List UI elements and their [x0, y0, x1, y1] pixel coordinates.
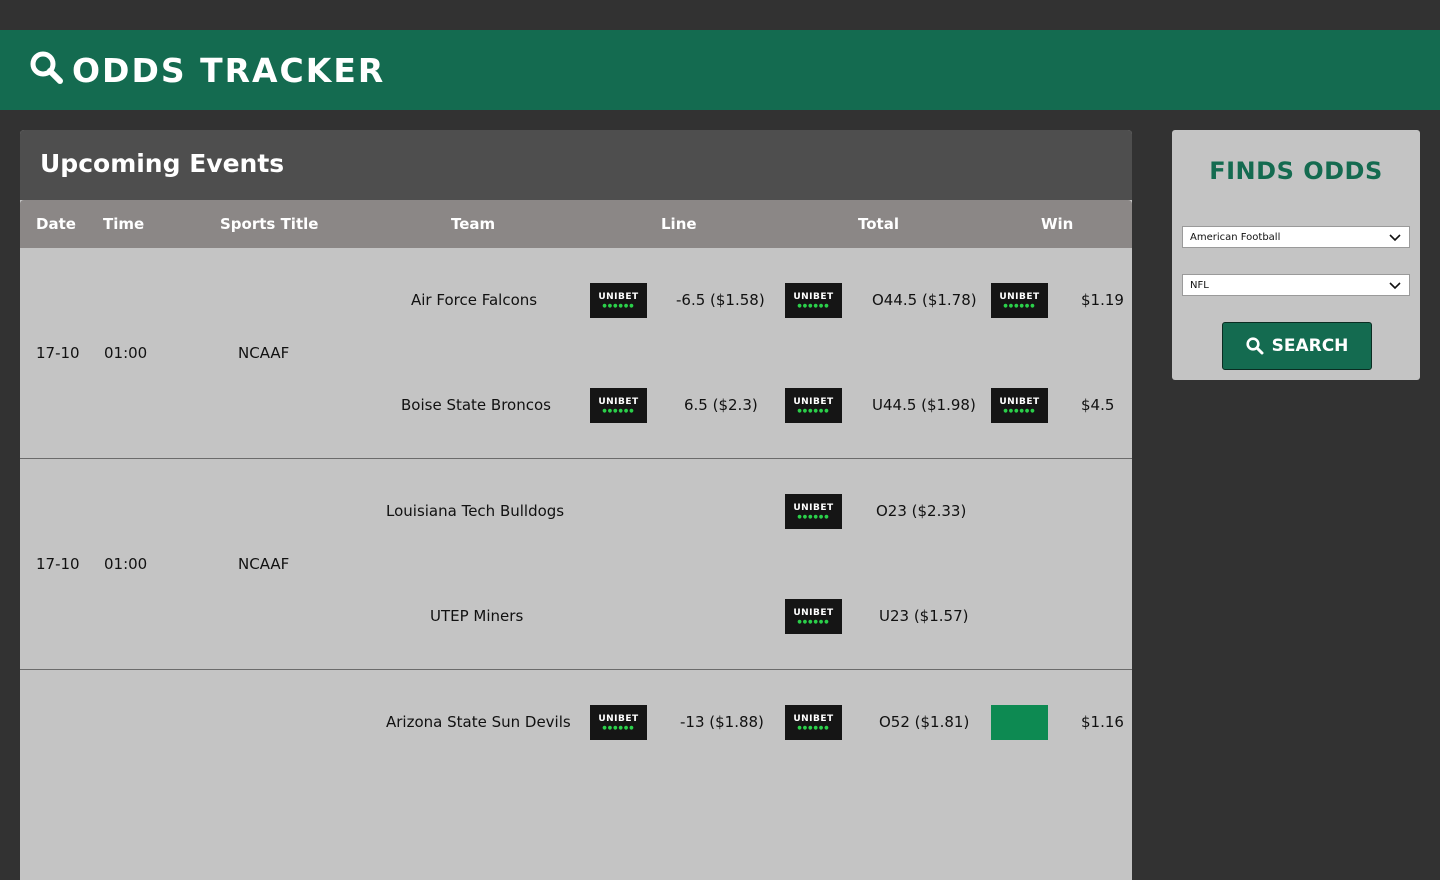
- col-sports-title: Sports Title: [220, 215, 319, 233]
- unibet-logo[interactable]: UNIBET ●●●●●●: [785, 599, 842, 634]
- team-name: Arizona State Sun Devils: [386, 713, 571, 731]
- league-select-value: NFL: [1190, 280, 1209, 291]
- unibet-logo[interactable]: UNIBET ●●●●●●: [785, 388, 842, 423]
- top-strip: [0, 0, 1440, 30]
- line-odds: 6.5 ($2.3): [684, 396, 758, 414]
- event-group: Arizona State Sun Devils UNIBET ●●●●●● -1…: [20, 670, 1132, 880]
- line-odds: -13 ($1.88): [680, 713, 764, 731]
- unibet-logo[interactable]: UNIBET ●●●●●●: [785, 494, 842, 529]
- col-team: Team: [451, 215, 496, 233]
- chevron-down-icon: [1389, 275, 1401, 304]
- total-odds: U23 ($1.57): [879, 607, 969, 625]
- event-group: 17-10 01:00 NCAAF Louisiana Tech Bulldog…: [20, 459, 1132, 670]
- col-total: Total: [858, 215, 899, 233]
- search-button[interactable]: SEARCH: [1222, 322, 1372, 370]
- unibet-logo[interactable]: UNIBET ●●●●●●: [590, 283, 647, 318]
- col-date: Date: [36, 215, 76, 233]
- app-header: ODDS TRACKER: [0, 30, 1440, 110]
- league-select[interactable]: NFL: [1182, 274, 1410, 296]
- search-icon: [1245, 337, 1264, 355]
- col-time: Time: [103, 215, 145, 233]
- event-sport: NCAAF: [238, 555, 290, 573]
- event-date: 17-10: [36, 344, 80, 362]
- event-sport: NCAAF: [238, 344, 290, 362]
- sport-select[interactable]: American Football: [1182, 226, 1410, 248]
- col-win: Win: [1041, 215, 1074, 233]
- team-name: UTEP Miners: [430, 607, 524, 625]
- total-odds: O23 ($2.33): [876, 502, 967, 520]
- events-title: Upcoming Events: [20, 130, 1132, 200]
- event-date: 17-10: [36, 555, 80, 573]
- event-time: 01:00: [104, 555, 148, 573]
- event-time: 01:00: [104, 344, 148, 362]
- finds-title: FINDS ODDS: [1209, 157, 1383, 185]
- team-name: Air Force Falcons: [411, 291, 538, 309]
- unibet-logo[interactable]: UNIBET ●●●●●●: [991, 388, 1048, 423]
- unibet-logo[interactable]: UNIBET ●●●●●●: [991, 283, 1048, 318]
- event-group: 17-10 01:00 NCAAF Air Force Falcons UNIB…: [20, 248, 1132, 459]
- line-odds: -6.5 ($1.58): [676, 291, 765, 309]
- app-title: ODDS TRACKER: [72, 50, 386, 90]
- unibet-logo[interactable]: UNIBET ●●●●●●: [590, 388, 647, 423]
- chevron-down-icon: [1389, 227, 1401, 256]
- sport-select-value: American Football: [1190, 232, 1281, 243]
- col-line: Line: [661, 215, 697, 233]
- total-odds: U44.5 ($1.98): [872, 396, 976, 414]
- total-odds: O44.5 ($1.78): [872, 291, 977, 309]
- table-header: Date Time Sports Title Team Line Total W…: [20, 200, 1132, 248]
- team-name: Louisiana Tech Bulldogs: [386, 502, 565, 520]
- search-button-label: SEARCH: [1271, 336, 1349, 356]
- unibet-logo[interactable]: UNIBET ●●●●●●: [785, 283, 842, 318]
- search-icon: [30, 51, 64, 89]
- total-odds: O52 ($1.81): [879, 713, 970, 731]
- team-name: Boise State Broncos: [401, 396, 551, 414]
- win-odds: $1.19: [1081, 291, 1124, 309]
- win-odds: $1.16: [1081, 713, 1124, 731]
- events-panel: Upcoming Events Date Time Sports Title T…: [20, 130, 1132, 880]
- win-odds: $4.5: [1081, 396, 1115, 414]
- finds-odds-panel: FINDS ODDS American Football NFL SEARCH: [1172, 130, 1420, 380]
